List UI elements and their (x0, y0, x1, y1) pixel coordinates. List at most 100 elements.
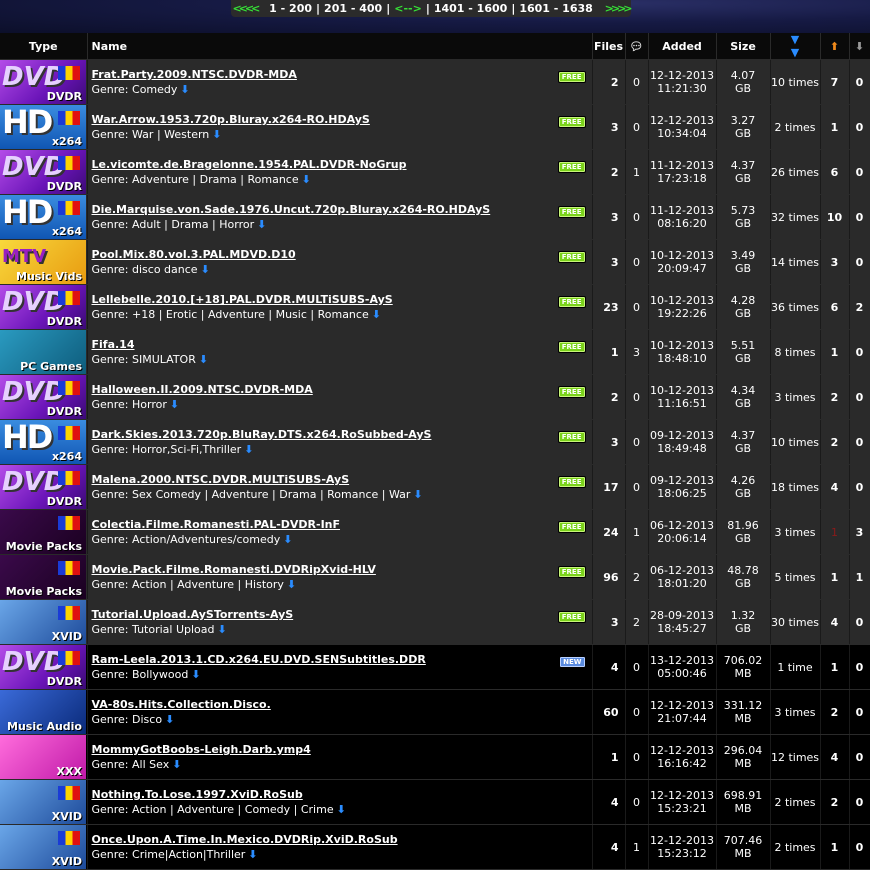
torrent-name-link[interactable]: Once.Upon.A.Time.In.Mexico.DVDRip.XviD.R… (92, 833, 592, 846)
download-arrow-icon[interactable]: ⬇ (165, 713, 174, 726)
seeders-count[interactable]: 2 (820, 419, 850, 465)
snatched-count[interactable]: 3 times (770, 689, 821, 735)
files-count[interactable]: 96 (592, 554, 626, 600)
category-icon[interactable]: DVD DVDR (0, 150, 86, 194)
leechers-count[interactable]: 2 (849, 284, 870, 330)
category-icon[interactable]: XXX (0, 735, 86, 779)
seeders-count[interactable]: 6 (820, 284, 850, 330)
seeders-count[interactable]: 1 (820, 104, 850, 150)
files-count[interactable]: 23 (592, 284, 626, 330)
category-icon[interactable]: DVD DVDR (0, 375, 86, 419)
leechers-count[interactable]: 3 (849, 509, 870, 555)
seeders-count[interactable]: 6 (820, 149, 850, 195)
snatched-count[interactable]: 2 times (770, 104, 821, 150)
snatched-count[interactable]: 2 times (770, 779, 821, 825)
comments-count[interactable]: 0 (625, 239, 649, 285)
category-icon[interactable]: PC Games (0, 330, 86, 374)
col-header-files[interactable]: Files (592, 33, 626, 60)
torrent-name-link[interactable]: Tutorial.Upload.AySTorrents-AyS (92, 608, 592, 621)
files-count[interactable]: 3 (592, 419, 626, 465)
download-arrow-icon[interactable]: ⬇ (170, 398, 179, 411)
torrent-name-link[interactable]: Frat.Party.2009.NTSC.DVDR-MDA (92, 68, 592, 81)
seeders-count[interactable]: 1 (820, 509, 850, 555)
snatched-count[interactable]: 1 time (770, 644, 821, 690)
leechers-count[interactable]: 0 (849, 419, 870, 465)
download-arrow-icon[interactable]: ⬇ (201, 263, 210, 276)
seeders-count[interactable]: 3 (820, 239, 850, 285)
files-count[interactable]: 3 (592, 194, 626, 240)
snatched-count[interactable]: 30 times (770, 599, 821, 645)
comments-count[interactable]: 1 (625, 149, 649, 195)
seeders-count[interactable]: 1 (820, 644, 850, 690)
leechers-count[interactable]: 0 (849, 194, 870, 240)
snatched-count[interactable]: 3 times (770, 509, 821, 555)
leechers-count[interactable]: 1 (849, 554, 870, 600)
next-page-arrows-icon[interactable]: >>>> (605, 2, 633, 15)
download-arrow-icon[interactable]: ⬇ (212, 128, 221, 141)
torrent-name-link[interactable]: Ram-Leela.2013.1.CD.x264.EU.DVD.SENSubti… (92, 653, 592, 666)
col-header-leechers[interactable]: ⬇ (849, 33, 870, 60)
files-count[interactable]: 3 (592, 239, 626, 285)
type-cell[interactable]: Music Audio (0, 689, 88, 735)
files-count[interactable]: 2 (592, 149, 626, 195)
snatched-count[interactable]: 32 times (770, 194, 821, 240)
leechers-count[interactable]: 0 (849, 689, 870, 735)
type-cell[interactable]: DVD DVDR (0, 464, 88, 510)
snatched-count[interactable]: 2 times (770, 824, 821, 870)
download-arrow-icon[interactable]: ⬇ (244, 443, 253, 456)
col-header-comments[interactable]: 💬︎ (625, 33, 649, 60)
type-cell[interactable]: XVID (0, 779, 88, 825)
page-link-1[interactable]: 1 - 200 (269, 2, 312, 15)
files-count[interactable]: 4 (592, 644, 626, 690)
download-arrow-icon[interactable]: ⬇ (191, 668, 200, 681)
download-arrow-icon[interactable]: ⬇ (248, 848, 257, 861)
torrent-name-link[interactable]: Pool.Mix.80.vol.3.PAL.MDVD.D10 (92, 248, 592, 261)
download-arrow-icon[interactable]: ⬇ (218, 623, 227, 636)
download-arrow-icon[interactable]: ⬇ (413, 488, 422, 501)
comments-count[interactable]: 2 (625, 554, 649, 600)
leechers-count[interactable]: 0 (849, 59, 870, 105)
category-icon[interactable]: XVID (0, 825, 86, 869)
comments-count[interactable]: 0 (625, 374, 649, 420)
leechers-count[interactable]: 0 (849, 464, 870, 510)
comments-count[interactable]: 0 (625, 194, 649, 240)
seeders-count[interactable]: 1 (820, 554, 850, 600)
files-count[interactable]: 3 (592, 104, 626, 150)
files-count[interactable]: 24 (592, 509, 626, 555)
category-icon[interactable]: Movie Packs (0, 510, 86, 554)
type-cell[interactable]: Movie Packs (0, 509, 88, 555)
files-count[interactable]: 1 (592, 329, 626, 375)
page-link-9[interactable]: 1601 - 1638 (519, 2, 592, 15)
comments-count[interactable]: 0 (625, 284, 649, 330)
col-header-size[interactable]: Size (716, 33, 771, 60)
seeders-count[interactable]: 1 (820, 329, 850, 375)
comments-count[interactable]: 0 (625, 644, 649, 690)
leechers-count[interactable]: 0 (849, 239, 870, 285)
category-icon[interactable]: DVD DVDR (0, 285, 86, 329)
type-cell[interactable]: DVD DVDR (0, 374, 88, 420)
snatched-count[interactable]: 8 times (770, 329, 821, 375)
leechers-count[interactable]: 0 (849, 734, 870, 780)
download-arrow-icon[interactable]: ⬇ (199, 353, 208, 366)
snatched-count[interactable]: 36 times (770, 284, 821, 330)
download-arrow-icon[interactable]: ⬇ (257, 218, 266, 231)
category-icon[interactable]: DVD DVDR (0, 60, 86, 104)
snatched-count[interactable]: 3 times (770, 374, 821, 420)
type-cell[interactable]: PC Games (0, 329, 88, 375)
seeders-count[interactable]: 2 (820, 374, 850, 420)
category-icon[interactable]: Music Audio (0, 690, 86, 734)
torrent-name-link[interactable]: Nothing.To.Lose.1997.XviD.RoSub (92, 788, 592, 801)
leechers-count[interactable]: 0 (849, 599, 870, 645)
files-count[interactable]: 2 (592, 374, 626, 420)
download-arrow-icon[interactable]: ⬇ (337, 803, 346, 816)
torrent-name-link[interactable]: Le.vicomte.de.Bragelonne.1954.PAL.DVDR-N… (92, 158, 592, 171)
leechers-count[interactable]: 0 (849, 824, 870, 870)
files-count[interactable]: 4 (592, 779, 626, 825)
snatched-count[interactable]: 10 times (770, 59, 821, 105)
category-icon[interactable]: MTV Music Vids (0, 240, 86, 284)
leechers-count[interactable]: 0 (849, 329, 870, 375)
leechers-count[interactable]: 0 (849, 374, 870, 420)
type-cell[interactable]: HD x264 (0, 104, 88, 150)
type-cell[interactable]: XXX (0, 734, 88, 780)
type-cell[interactable]: HD x264 (0, 194, 88, 240)
